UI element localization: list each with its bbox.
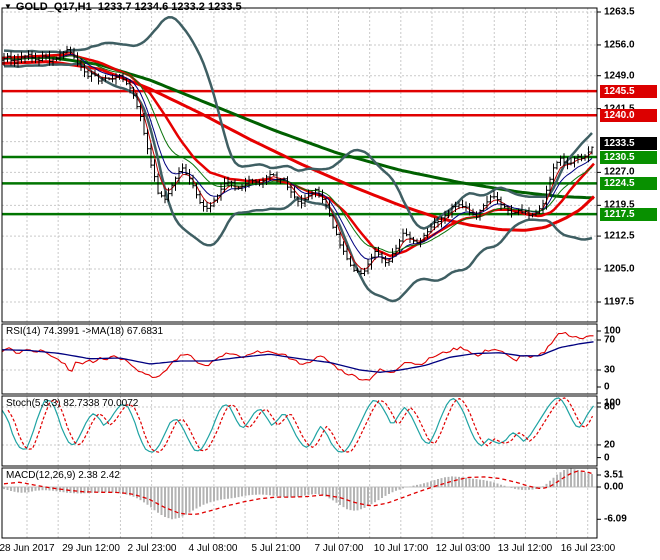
- time-axis-label: 13 Jul 12:00: [497, 543, 553, 554]
- time-axis-label: 5 Jul 21:00: [251, 543, 301, 554]
- time-axis-label: 16 Jul 23:00: [560, 543, 616, 554]
- time-axis-label: 10 Jul 17:00: [373, 543, 429, 554]
- terminal-chart-window: ▼ GOLD_Q17,H1 1233.7 1234.6 1233.2 1233.5…: [0, 0, 660, 560]
- time-axis[interactable]: 28 Jun 2017 29 Jun 12:00 2 Jul 23:00 4 Jul …: [0, 0, 660, 560]
- time-axis-label: 7 Jul 07:00: [314, 543, 364, 554]
- time-axis-label: 28 Jun 2017: [0, 543, 55, 554]
- time-axis-label: 12 Jul 03:00: [435, 543, 491, 554]
- time-axis-label: 4 Jul 08:00: [188, 543, 238, 554]
- time-axis-label: 29 Jun 12:00: [62, 543, 120, 554]
- time-axis-label: 2 Jul 23:00: [127, 543, 177, 554]
